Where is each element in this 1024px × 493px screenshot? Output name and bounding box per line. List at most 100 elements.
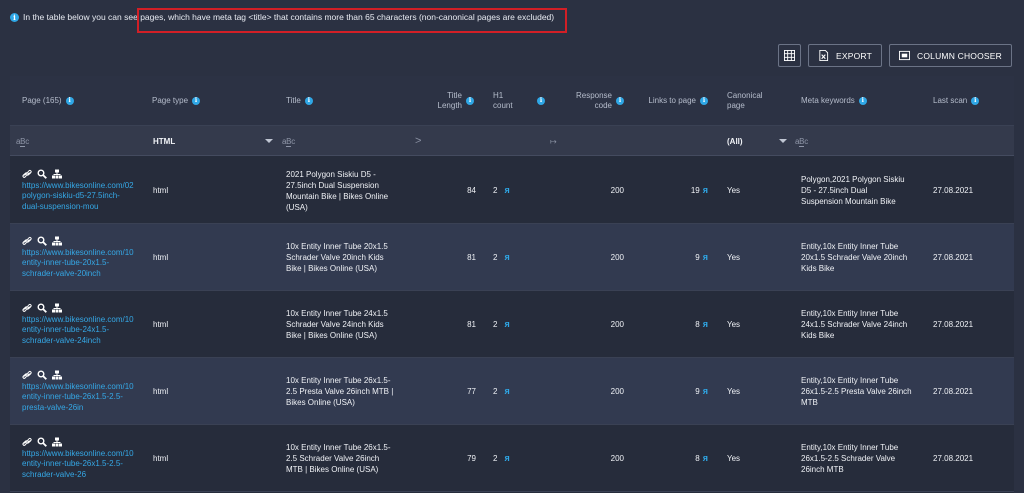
page-type-cell: html [153,454,169,463]
page-url-link[interactable]: https://www.bikesonline.com/10 entity-in… [22,449,147,481]
info-icon: i [537,97,545,105]
meta-keywords-cell: Entity,10x Entity Inner Tube 20x1.5 Schr… [801,242,908,273]
link-icon[interactable] [22,169,32,179]
filter-page-type-select[interactable]: HTML [153,126,273,156]
report-icon[interactable]: ᴙ [504,386,509,397]
table-row: https://www.bikesonline.com/10 entity-in… [10,224,1014,291]
filter-title-input[interactable]: aBc [282,126,402,156]
h1-count-cell: 2ᴙ [493,319,510,330]
report-icon[interactable]: ᴙ [703,453,708,464]
link-icon[interactable] [22,303,32,313]
page-cell: https://www.bikesonline.com/10 entity-in… [22,358,152,425]
table-row: https://www.bikesonline.com/02 polygon-s… [10,157,1014,224]
report-icon[interactable]: ᴙ [703,185,708,196]
header-last-scan[interactable]: Last scan i [933,76,1003,126]
header-page-type[interactable]: Page type i [152,76,262,126]
report-icon[interactable]: ᴙ [703,252,708,263]
info-icon: i [616,97,624,105]
h1-count-cell: 2ᴙ [493,185,510,196]
response-code-cell: 200 [610,320,624,329]
report-icon[interactable]: ᴙ [504,185,509,196]
header-h1-count[interactable]: H1 count i [493,76,553,126]
canonical-cell: Yes [727,320,741,329]
links-to-page-cell: 19 ᴙ [690,185,708,196]
search-icon[interactable] [37,169,47,179]
header-links-to-page[interactable]: Links to page i [630,76,708,126]
filter-meta-keywords-input[interactable]: aBc [795,126,915,156]
page-url-link[interactable]: https://www.bikesonline.com/10 entity-in… [22,248,147,280]
title-length-cell: 77 [467,387,476,396]
text-filter-icon: aBc [795,136,808,147]
page-url-link[interactable]: https://www.bikesonline.com/10 entity-in… [22,315,147,347]
last-scan-cell: 27.08.2021 [933,253,974,262]
h1-count-cell: 2ᴙ [493,386,510,397]
sitemap-icon[interactable] [52,437,62,447]
meta-keywords-cell: Polygon,2021 Polygon Siskiu D5 - 27.5inc… [801,175,905,206]
info-icon: i [304,97,313,105]
page-cell: https://www.bikesonline.com/10 entity-in… [22,291,152,358]
search-icon[interactable] [37,236,47,246]
export-label: EXPORT [836,50,873,61]
filter-title-length-operator[interactable]: > [415,126,435,156]
info-icon: i [192,97,201,105]
text-filter-icon: aBc [16,136,29,147]
table-row: https://www.bikesonline.com/10 entity-in… [10,291,1014,358]
grid-icon [784,50,796,61]
report-icon[interactable]: ᴙ [504,453,509,464]
info-icon: i [65,97,74,105]
text-filter-icon: aBc [282,136,295,147]
filter-response-code-operator[interactable]: ↦ [550,126,570,156]
grid-view-button[interactable] [778,44,802,67]
sitemap-icon[interactable] [52,236,62,246]
title-length-cell: 81 [467,253,476,262]
header-title[interactable]: Title i [286,76,406,126]
response-code-cell: 200 [610,454,624,463]
last-scan-cell: 27.08.2021 [933,320,974,329]
title-length-cell: 84 [467,186,476,195]
last-scan-cell: 27.08.2021 [933,186,974,195]
export-button[interactable]: EXPORT [808,44,883,67]
link-icon[interactable] [22,370,32,380]
report-icon[interactable]: ᴙ [504,319,509,330]
report-icon[interactable]: ᴙ [703,386,708,397]
info-icon: i [700,97,708,105]
column-chooser-label: COLUMN CHOOSER [917,50,1002,61]
page-type-cell: html [153,186,169,195]
chevron-down-icon [265,139,273,143]
sitemap-icon[interactable] [52,169,62,179]
sitemap-icon[interactable] [52,303,62,313]
filter-page-input[interactable]: aBc [16,126,136,156]
link-icon[interactable] [22,236,32,246]
search-icon[interactable] [37,437,47,447]
title-cell: 10x Entity Inner Tube 26x1.5- 2.5 Schrad… [286,443,391,474]
info-icon: i [971,97,980,105]
header-response-code[interactable]: Response code i [560,76,624,126]
link-icon[interactable] [22,437,32,447]
header-canonical-page[interactable]: Canonical page [727,76,787,126]
header-title-length[interactable]: Title Length i [410,76,474,126]
h1-count-cell: 2ᴙ [493,252,510,263]
column-chooser-button[interactable]: COLUMN CHOOSER [889,44,1012,67]
info-text: In the table below you can see pages, wh… [23,12,555,22]
header-meta-keywords[interactable]: Meta keywords i [801,76,921,126]
search-icon[interactable] [37,303,47,313]
sitemap-icon[interactable] [52,370,62,380]
pages-table: Page (165) i Page type i Title i Title Leng… [10,76,1014,493]
chevron-down-icon [779,139,787,143]
search-icon[interactable] [37,370,47,380]
table-row: https://www.bikesonline.com/10 entity-in… [10,358,1014,425]
response-code-cell: 200 [610,253,624,262]
canonical-cell: Yes [727,387,741,396]
report-icon[interactable]: ᴙ [703,319,708,330]
table-row: https://www.bikesonline.com/10 entity-in… [10,425,1014,492]
title-length-cell: 81 [467,320,476,329]
header-page[interactable]: Page (165) i [22,76,142,126]
filter-canonical-select[interactable]: (All) [727,126,787,156]
last-scan-cell: 27.08.2021 [933,454,974,463]
page-url-link[interactable]: https://www.bikesonline.com/02 polygon-s… [22,181,147,213]
report-icon[interactable]: ᴙ [504,252,509,263]
page-url-link[interactable]: https://www.bikesonline.com/10 entity-in… [22,382,147,414]
title-cell: 10x Entity Inner Tube 26x1.5- 2.5 Presta… [286,376,394,407]
page-type-cell: html [153,253,169,262]
page-cell: https://www.bikesonline.com/02 polygon-s… [22,157,152,224]
